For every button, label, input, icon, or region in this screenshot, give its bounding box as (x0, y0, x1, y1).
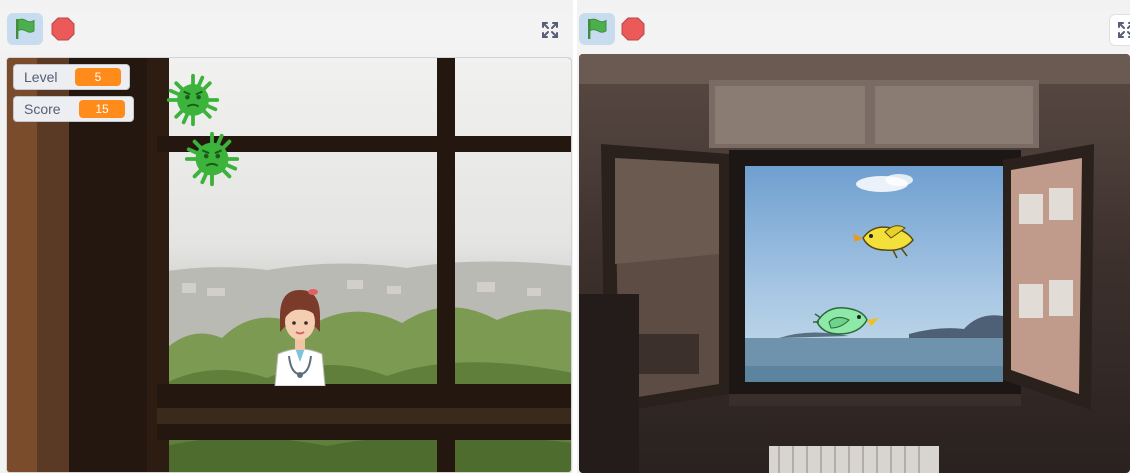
monitor-label: Score (24, 101, 61, 117)
green-flag-icon (588, 18, 607, 39)
monitor-label: Level (24, 69, 58, 85)
player-toolbar (577, 10, 1130, 54)
right-project-player (577, 0, 1130, 473)
green-flag-button[interactable] (579, 13, 615, 45)
left-project-player: Level 5 Score 15 (0, 0, 573, 473)
fullscreen-icon (1118, 22, 1130, 38)
fullscreen-button[interactable] (533, 14, 567, 46)
variable-monitor-level[interactable]: Level 5 (13, 64, 130, 90)
stage-canvas[interactable] (579, 54, 1130, 473)
monitor-value: 5 (75, 68, 121, 86)
stop-button[interactable] (619, 15, 647, 43)
stop-button[interactable] (49, 15, 77, 43)
green-flag-icon (16, 18, 35, 39)
stage-canvas[interactable]: Level 5 Score 15 (6, 57, 572, 473)
open-window-backdrop (579, 54, 1130, 473)
variable-monitor-score[interactable]: Score 15 (13, 96, 134, 122)
green-bird-sprite[interactable] (811, 300, 881, 340)
monitor-value: 15 (79, 100, 125, 118)
player-toolbar (0, 10, 573, 54)
stop-icon (51, 17, 75, 41)
doctor-sprite[interactable] (269, 286, 331, 386)
green-flag-button[interactable] (7, 13, 43, 45)
stop-icon (621, 17, 645, 41)
virus-sprite[interactable] (183, 130, 241, 188)
fullscreen-button[interactable] (1109, 14, 1130, 46)
yellow-bird-sprite[interactable] (851, 220, 919, 260)
virus-sprite[interactable] (165, 72, 221, 128)
fullscreen-icon (542, 22, 558, 38)
